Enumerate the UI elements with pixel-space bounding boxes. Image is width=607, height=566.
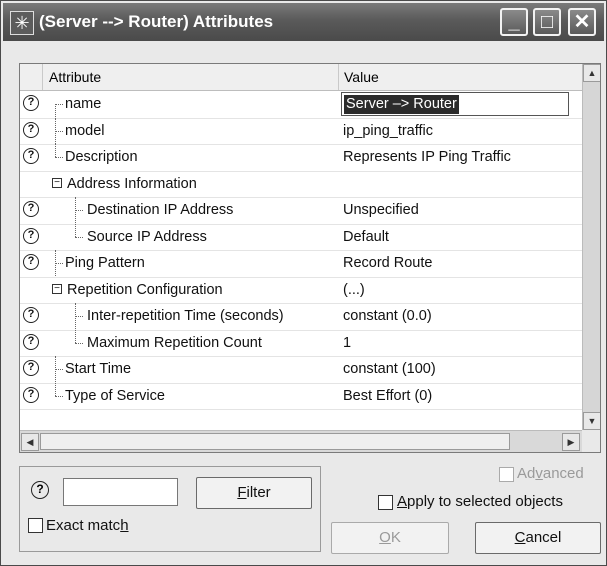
table-row[interactable]: ? name Server –> Router (20, 91, 582, 119)
collapse-icon[interactable]: − (52, 283, 62, 294)
help-icon[interactable]: ? (23, 333, 39, 350)
advanced-label[interactable]: Advanced (517, 465, 584, 482)
help-icon[interactable]: ? (23, 201, 39, 217)
maximize-button[interactable]: □ (533, 8, 561, 36)
attribute-column-header[interactable]: Attribute (43, 64, 339, 90)
table-row-group[interactable]: − Repetition Configuration (...) (20, 277, 582, 304)
help-icon[interactable]: ? (23, 95, 39, 111)
exact-match-label[interactable]: Exact match (46, 517, 129, 534)
table-row[interactable]: ? Inter-repetition Time (seconds) consta… (20, 303, 582, 331)
value-column-header[interactable]: Value (340, 64, 582, 90)
table-row[interactable]: ? Type of Service Best Effort (0) (20, 382, 582, 410)
attribute-value[interactable]: 1 (343, 330, 351, 356)
attribute-label: Ping Pattern (65, 255, 145, 271)
attribute-label: Inter-repetition Time (seconds) (87, 308, 284, 324)
cancel-button[interactable]: Cancel (475, 522, 601, 554)
attribute-label: Type of Service (65, 387, 165, 404)
table-row[interactable]: ? model ip_ping_traffic (20, 117, 582, 145)
minimize-button[interactable]: _ (500, 8, 528, 36)
table-row[interactable]: ? Ping Pattern Record Route (20, 250, 582, 278)
vertical-scrollbar[interactable]: ▲ ▼ (582, 64, 600, 430)
horizontal-scrollbar[interactable]: ◀ ▶ (20, 430, 582, 452)
apply-selected-label[interactable]: Apply to selected objects (397, 493, 563, 510)
scroll-right-button[interactable]: ▶ (562, 433, 580, 451)
attribute-value[interactable]: constant (100) (343, 356, 436, 382)
scroll-corner (582, 430, 600, 452)
maximize-icon: □ (540, 11, 554, 33)
scroll-left-button[interactable]: ◀ (21, 433, 39, 451)
table-row[interactable]: ? Destination IP Address Unspecified (20, 197, 582, 225)
help-icon[interactable]: ? (31, 481, 49, 499)
group-label: Repetition Configuration (67, 281, 223, 298)
app-icon: ✳ (10, 11, 34, 35)
exact-match-checkbox[interactable] (28, 518, 43, 533)
scroll-down-button[interactable]: ▼ (583, 412, 600, 430)
cancel-label: ancel (525, 529, 562, 546)
ok-accel: O (379, 529, 391, 546)
attribute-label: Start Time (65, 361, 132, 377)
horizontal-scroll-thumb[interactable] (40, 433, 510, 450)
attribute-value[interactable]: ip_ping_traffic (343, 118, 433, 144)
table-row[interactable]: ? Source IP Address Default (20, 223, 582, 251)
attribute-value[interactable]: Best Effort (0) (343, 383, 432, 409)
ok-label: K (390, 529, 401, 546)
table-row[interactable]: ? Maximum Repetition Count 1 (20, 329, 582, 357)
attribute-value[interactable]: Unspecified (343, 197, 419, 223)
collapse-icon[interactable]: − (52, 177, 62, 188)
attribute-label: Maximum Repetition Count (87, 334, 262, 351)
name-value-field[interactable]: Server –> Router (341, 92, 569, 116)
attributes-table: Attribute Value ? name Server –> Router … (19, 63, 601, 453)
help-icon[interactable]: ? (23, 148, 39, 164)
attribute-label: Description (65, 149, 138, 165)
close-button[interactable]: ✕ (568, 8, 596, 36)
filter-accel: F (237, 484, 247, 501)
filter-button[interactable]: Filter (196, 477, 312, 509)
title-bar[interactable]: ✳ (Server --> Router) Attributes _ □ ✕ (3, 3, 604, 41)
apply-selected-checkbox[interactable] (378, 495, 393, 510)
help-icon[interactable]: ? (23, 307, 39, 323)
attribute-value[interactable]: Default (343, 224, 389, 250)
ok-button[interactable]: OK (331, 522, 449, 554)
help-icon[interactable]: ? (23, 386, 39, 403)
attributes-dialog: ✳ (Server --> Router) Attributes _ □ ✕ A… (0, 0, 607, 566)
attribute-label: Destination IP Address (87, 202, 234, 218)
header-spacer (20, 64, 43, 90)
attribute-value[interactable]: (...) (343, 277, 365, 303)
attribute-value[interactable]: Represents IP Ping Traffic (343, 144, 511, 170)
table-row[interactable]: ? Start Time constant (100) (20, 356, 582, 384)
help-icon[interactable]: ? (23, 227, 39, 244)
close-icon: ✕ (573, 11, 591, 33)
filter-label: ilter (246, 484, 271, 501)
help-icon[interactable]: ? (23, 360, 39, 376)
advanced-checkbox[interactable] (499, 467, 514, 482)
help-icon[interactable]: ? (23, 121, 39, 138)
table-row[interactable]: ? Description Represents IP Ping Traffic (20, 144, 582, 172)
filter-panel: ? Filter Exact match (19, 466, 321, 552)
table-row-group[interactable]: − Address Information (20, 171, 582, 198)
help-icon[interactable]: ? (23, 254, 39, 270)
table-header: Attribute Value (20, 64, 582, 91)
cancel-accel: C (514, 529, 526, 546)
filter-input[interactable] (63, 478, 178, 506)
attribute-label: model (65, 122, 105, 139)
scroll-up-button[interactable]: ▲ (583, 64, 600, 82)
attribute-label: name (65, 96, 102, 112)
group-label: Address Information (67, 175, 197, 192)
minimize-icon: _ (508, 11, 520, 33)
attribute-value[interactable]: Record Route (343, 250, 432, 276)
attribute-label: Source IP Address (87, 228, 207, 245)
name-value-text: Server –> Router (344, 95, 459, 114)
attribute-value[interactable]: constant (0.0) (343, 303, 432, 329)
window-title: (Server --> Router) Attributes (39, 12, 274, 31)
